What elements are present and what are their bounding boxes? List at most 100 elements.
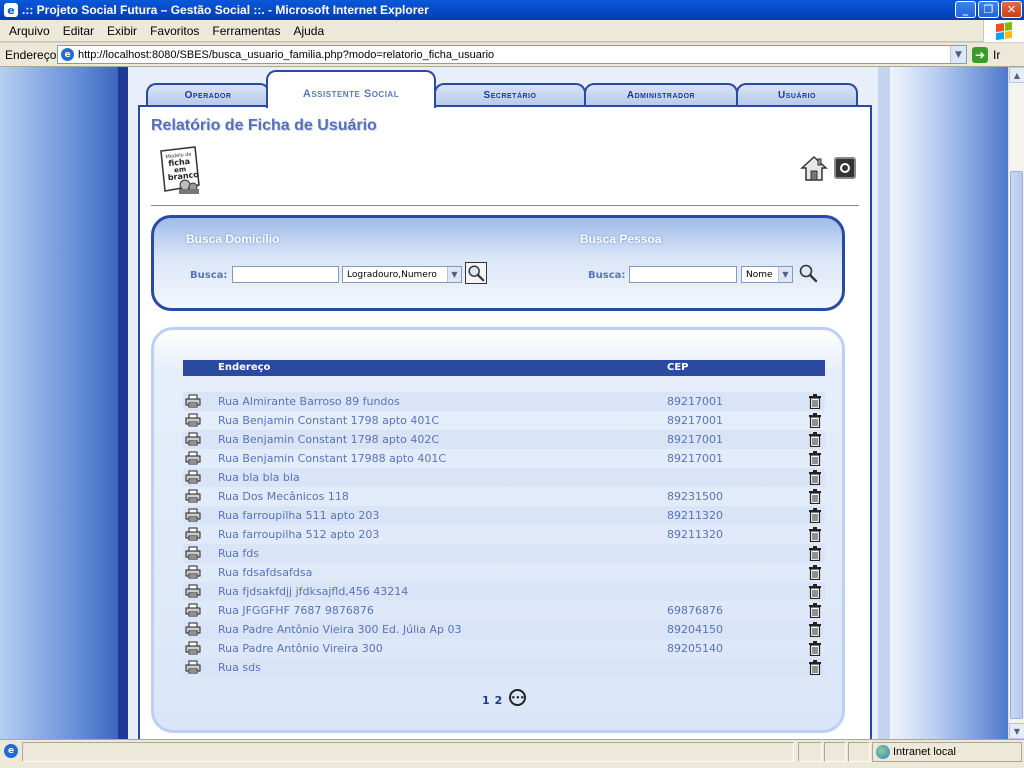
busca-domicilio-select[interactable]: Logradouro,Numero ▼ [342, 266, 462, 283]
vertical-scrollbar[interactable]: ▲ ▼ [1008, 67, 1024, 739]
address-link[interactable]: Rua Dos Mecânicos 118 [218, 490, 349, 503]
print-icon[interactable] [185, 470, 201, 484]
address-link[interactable]: Rua farroupilha 512 apto 203 [218, 528, 379, 541]
logout-power-icon[interactable] [834, 157, 856, 179]
page-title: Relatório de Ficha de Usuário [151, 117, 377, 134]
address-link[interactable]: Rua farroupilha 511 apto 203 [218, 509, 379, 522]
delete-trash-icon[interactable] [809, 622, 821, 638]
print-icon[interactable] [185, 546, 201, 560]
busca-pessoa-select[interactable]: Nome ▼ [741, 266, 793, 283]
chevron-down-icon: ▼ [447, 267, 461, 282]
delete-trash-icon[interactable] [809, 470, 821, 486]
minimize-button[interactable]: _ [955, 1, 976, 18]
address-link[interactable]: Rua fjdsakfdjj jfdksajfld,456 43214 [218, 585, 408, 598]
intranet-globe-icon [876, 745, 890, 759]
print-icon[interactable] [185, 527, 201, 541]
delete-trash-icon[interactable] [809, 546, 821, 562]
address-link[interactable]: Rua Benjamin Constant 17988 apto 401C [218, 452, 446, 465]
address-link[interactable]: Rua Padre Antônio Vieira 300 Ed. Júlia A… [218, 623, 461, 636]
table-row: Rua fjdsakfdjj jfdksajfld,456 43214 [183, 582, 825, 601]
go-arrow-icon: ➔ [972, 47, 988, 63]
menu-ajuda[interactable]: Ajuda [293, 24, 324, 38]
page-icon: e [61, 48, 74, 61]
print-icon[interactable] [185, 451, 201, 465]
delete-trash-icon[interactable] [809, 394, 821, 410]
address-link[interactable]: Rua Benjamin Constant 1798 apto 402C [218, 433, 439, 446]
print-icon[interactable] [185, 603, 201, 617]
address-dropdown-icon[interactable]: ▼ [950, 46, 966, 63]
print-icon[interactable] [185, 413, 201, 427]
go-label: Ir [993, 48, 1001, 62]
print-icon[interactable] [185, 641, 201, 655]
busca-domicilio-input[interactable] [232, 266, 339, 283]
print-icon[interactable] [185, 489, 201, 503]
table-row: Rua JFGGFHF 7687 9876876 69876876 [183, 601, 825, 620]
restore-button[interactable]: ❐ [978, 1, 999, 18]
header-cep: CEP [667, 362, 689, 373]
address-link[interactable]: Rua Benjamin Constant 1798 apto 401C [218, 414, 439, 427]
scroll-up-icon[interactable]: ▲ [1009, 67, 1024, 83]
delete-trash-icon[interactable] [809, 641, 821, 657]
address-link[interactable]: Rua JFGGFHF 7687 9876876 [218, 604, 374, 617]
menu-arquivo[interactable]: Arquivo [9, 24, 50, 38]
delete-trash-icon[interactable] [809, 527, 821, 543]
delete-trash-icon[interactable] [809, 603, 821, 619]
go-button[interactable]: ➔ Ir [972, 46, 1022, 64]
menu-exibir[interactable]: Exibir [107, 24, 137, 38]
menu-editar[interactable]: Editar [63, 24, 94, 38]
blank-form-icon[interactable]: Modelo de ficha em branco [155, 145, 203, 195]
search-domicilio-button[interactable] [465, 262, 487, 284]
menu-ferramentas[interactable]: Ferramentas [212, 24, 280, 38]
right-frame [878, 67, 890, 739]
address-link[interactable]: Rua fdsafdsafdsa [218, 566, 312, 579]
next-page-icon[interactable]: ••• [509, 689, 527, 706]
windows-logo-icon [983, 20, 1024, 42]
address-link[interactable]: Rua bla bla bla [218, 471, 300, 484]
close-window-button[interactable]: ✕ [1001, 1, 1022, 18]
print-icon[interactable] [185, 508, 201, 522]
tab-secretario[interactable]: Secretário [434, 83, 586, 105]
tab-operador[interactable]: Operador [146, 83, 270, 105]
busca-pessoa-heading: Busca Pessoa [580, 232, 662, 246]
print-icon[interactable] [185, 394, 201, 408]
table-row: Rua Almirante Barroso 89 fundos 89217001 [183, 392, 825, 411]
chevron-down-icon: ▼ [778, 267, 792, 282]
busca-domicilio-label: Busca: [190, 270, 228, 281]
menu-favoritos[interactable]: Favoritos [150, 24, 199, 38]
delete-trash-icon[interactable] [809, 432, 821, 448]
cep-value: 89211320 [667, 509, 723, 522]
print-icon[interactable] [185, 622, 201, 636]
busca-pessoa-input[interactable] [629, 266, 737, 283]
page-link-1[interactable]: 1 [482, 694, 490, 707]
delete-trash-icon[interactable] [809, 451, 821, 467]
address-input[interactable]: e http://localhost:8080/SBES/busca_usuar… [57, 45, 967, 64]
address-link[interactable]: Rua sds [218, 661, 261, 674]
delete-trash-icon[interactable] [809, 660, 821, 676]
print-icon[interactable] [185, 565, 201, 579]
status-pane-1 [798, 742, 822, 762]
address-link[interactable]: Rua Padre Antônio Vireira 300 [218, 642, 383, 655]
print-icon[interactable] [185, 660, 201, 674]
tab-administrador[interactable]: Administrador [584, 83, 738, 105]
delete-trash-icon[interactable] [809, 489, 821, 505]
print-icon[interactable] [185, 432, 201, 446]
pagination: 1 2 ••• [482, 689, 527, 707]
home-icon[interactable] [800, 154, 828, 182]
delete-trash-icon[interactable] [809, 508, 821, 524]
address-link[interactable]: Rua fds [218, 547, 259, 560]
cep-value: 89217001 [667, 414, 723, 427]
search-pessoa-button[interactable] [797, 262, 819, 284]
address-link[interactable]: Rua Almirante Barroso 89 fundos [218, 395, 400, 408]
cep-value: 89217001 [667, 433, 723, 446]
page-link-2[interactable]: 2 [495, 694, 503, 707]
delete-trash-icon[interactable] [809, 413, 821, 429]
left-decoration [0, 67, 118, 739]
delete-trash-icon[interactable] [809, 584, 821, 600]
tab-usuario[interactable]: Usuário [736, 83, 858, 105]
delete-trash-icon[interactable] [809, 565, 821, 581]
scroll-thumb[interactable] [1010, 171, 1023, 719]
scroll-down-icon[interactable]: ▼ [1009, 723, 1024, 739]
print-icon[interactable] [185, 584, 201, 598]
address-url[interactable]: http://localhost:8080/SBES/busca_usuario… [78, 49, 494, 61]
tab-assistente-social[interactable]: Assistente Social [266, 70, 436, 108]
